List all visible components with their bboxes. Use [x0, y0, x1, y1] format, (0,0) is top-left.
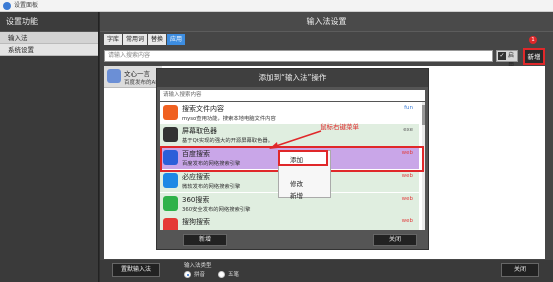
context-menu-edit[interactable]: 修改	[290, 178, 303, 188]
sidebar-item-input-method[interactable]: 输入法	[0, 32, 98, 44]
sogou-icon	[163, 218, 178, 230]
wenxin-icon	[107, 69, 121, 83]
item-type-tag: web	[401, 173, 413, 179]
context-menu-add[interactable]: 添加	[278, 150, 328, 166]
context-menu-new[interactable]: 新增	[290, 190, 303, 200]
bottom-bar: 置默输入法 输入法类型 拼音 五笔 关闭	[100, 260, 553, 282]
annotation-arrow-icon	[269, 130, 322, 149]
item-desc: myso查用功能，搜索本地电脑文件内容	[182, 116, 276, 122]
app-icon	[3, 2, 11, 10]
item-desc: 基于Qt实现的强大的开源屏幕取色器。	[182, 138, 273, 144]
im-type-label: 输入法类型	[184, 263, 212, 269]
item-type-tag: web	[401, 196, 413, 202]
dialog-new-button[interactable]: 新增	[183, 234, 227, 246]
dialog-search-input[interactable]: 请输入搜索内容	[160, 90, 425, 101]
tab-lexicon[interactable]: 字库	[104, 34, 123, 45]
app-card[interactable]: 文心一言 百度发布的AI	[104, 66, 162, 88]
sidebar-header: 设置功能	[0, 12, 98, 32]
item-desc: 微软发布的网络搜索引擎	[182, 184, 241, 190]
item-type-tag: web	[401, 218, 413, 224]
item-type-tag: exe	[403, 127, 413, 133]
scrollbar-thumb[interactable]	[422, 105, 425, 125]
tab-common-words[interactable]: 常用词	[123, 34, 148, 45]
close-button[interactable]: 关闭	[501, 263, 539, 277]
step-badge: 1	[529, 36, 537, 44]
tab-replace[interactable]: 替换	[148, 34, 167, 45]
color-picker-icon	[163, 127, 178, 142]
app-card-name: 文心一言	[124, 70, 150, 78]
context-menu-add-label: 添加	[290, 156, 303, 164]
enable-checkbox[interactable]: ✓ 启用	[496, 50, 518, 69]
item-desc: 360安全发布的网络搜索引擎	[182, 207, 251, 213]
item-name: 屏幕取色器	[182, 127, 217, 135]
dialog-list-item[interactable]: 搜狗搜索 web	[160, 215, 419, 230]
radio-pinyin-label: 拼音	[194, 272, 206, 278]
radio-pinyin[interactable]	[184, 271, 191, 278]
360-icon	[163, 196, 178, 211]
search-file-icon	[163, 105, 178, 120]
dialog-title: 添加到“输入法”操作	[157, 69, 428, 87]
radio-wubi[interactable]	[218, 271, 225, 278]
item-type-tag: fun	[404, 105, 413, 111]
main-header: 输入法设置	[100, 12, 553, 32]
annotation-text: 鼠标右键菜单	[320, 123, 359, 131]
dialog-footer: 新增 关闭	[157, 231, 428, 249]
window-titlebar: 设置面板	[0, 0, 553, 12]
new-button[interactable]: 新增	[523, 48, 545, 65]
item-name: 搜索文件内容	[182, 105, 224, 113]
tab-apps[interactable]: 应用	[167, 34, 186, 45]
radio-wubi-label: 五笔	[228, 272, 240, 278]
bing-icon	[163, 173, 178, 188]
tab-bar: 字库 常用词 替换 应用	[104, 34, 186, 45]
dialog-close-button[interactable]: 关闭	[373, 234, 417, 246]
item-name: 必应搜索	[182, 173, 210, 181]
item-name: 360搜索	[182, 196, 210, 204]
window-title: 设置面板	[14, 2, 39, 9]
search-input[interactable]: 请输入搜索内容	[104, 50, 493, 62]
sidebar: 设置功能 输入法 系统设置	[0, 12, 99, 282]
item-name: 搜狗搜索	[182, 218, 210, 226]
set-default-im-button[interactable]: 置默输入法	[112, 263, 160, 277]
sidebar-item-system-settings[interactable]: 系统设置	[0, 44, 98, 56]
dialog-list-item[interactable]: 搜索文件内容 myso查用功能，搜索本地电脑文件内容 fun	[160, 102, 419, 124]
checkbox-check-icon: ✓	[498, 52, 506, 60]
